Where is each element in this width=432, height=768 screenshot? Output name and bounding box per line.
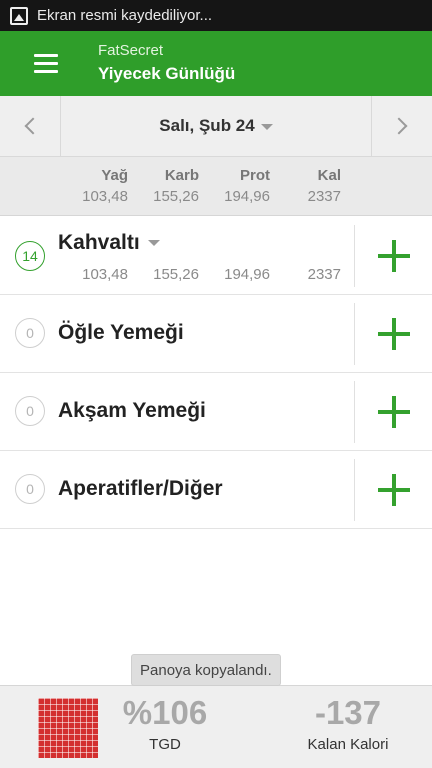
meal-row-snacks[interactable]: 0 Aperatifler/Diğer — [0, 451, 432, 529]
screenshot-icon — [10, 6, 28, 25]
fat-header: Yağ — [101, 167, 128, 184]
prot-header: Prot — [240, 167, 270, 184]
meal-count-badge: 0 — [15, 318, 45, 348]
app-name: FatSecret — [98, 41, 164, 59]
dropdown-caret-icon — [147, 240, 160, 247]
meal-row-breakfast[interactable]: 14 Kahvaltı 103,48 155,26 194,96 2337 — [0, 217, 432, 295]
carb-total: 155,26 — [153, 188, 199, 205]
toast-message: Panoya kopyalandı. — [131, 654, 281, 686]
daily-summary-bar[interactable]: %106 TGD -137 Kalan Kalori — [0, 685, 432, 768]
meal-row-lunch[interactable]: 0 Öğle Yemeği — [0, 295, 432, 373]
meal-carb: 155,26 — [153, 266, 199, 283]
meal-name: Aperatifler/Diğer — [58, 477, 223, 500]
prot-total: 194,96 — [224, 188, 270, 205]
meal-name: Kahvaltı — [58, 231, 160, 255]
meal-name: Akşam Yemeği — [58, 399, 206, 422]
remaining-calories-value: -137 — [314, 694, 382, 731]
date-selector[interactable]: Salı, Şub 24 — [61, 96, 371, 156]
status-text: Ekran resmi kaydediliyor... — [37, 7, 213, 24]
meal-count-badge: 0 — [15, 396, 45, 426]
date-navigation: Salı, Şub 24 — [0, 96, 432, 157]
status-bar: Ekran resmi kaydediliyor... — [0, 0, 432, 31]
meal-prot: 194,96 — [224, 266, 270, 283]
next-day-button[interactable] — [371, 96, 432, 156]
meal-name: Öğle Yemeği — [58, 321, 184, 344]
add-breakfast-button[interactable] — [355, 217, 432, 295]
plus-icon — [377, 240, 410, 272]
chevron-right-icon — [390, 117, 408, 135]
meal-row-dinner[interactable]: 0 Akşam Yemeği — [0, 373, 432, 451]
cal-total: 2337 — [307, 188, 341, 205]
rdi-percentage: %106 — [122, 694, 208, 731]
cal-header: Kal — [317, 167, 341, 184]
page-title: Yiyecek Günlüğü — [98, 63, 236, 83]
meal-cal: 2337 — [307, 266, 341, 283]
rdi-grid-icon — [38, 698, 98, 758]
fat-total: 103,48 — [82, 188, 128, 205]
date-label: Salı, Şub 24 — [159, 116, 255, 135]
hamburger-menu-icon[interactable] — [34, 40, 82, 88]
add-lunch-button[interactable] — [355, 295, 432, 373]
app-bar: FatSecret Yiyecek Günlüğü — [0, 31, 432, 96]
remaining-calories-label: Kalan Kalori — [307, 736, 389, 753]
previous-day-button[interactable] — [0, 96, 61, 156]
plus-icon — [377, 396, 410, 428]
carb-header: Karb — [164, 167, 199, 184]
meal-count-badge: 14 — [15, 241, 45, 271]
add-snacks-button[interactable] — [355, 451, 432, 529]
rdi-label: TGD — [149, 736, 181, 753]
add-dinner-button[interactable] — [355, 373, 432, 451]
meal-fat: 103,48 — [82, 266, 128, 283]
plus-icon — [377, 474, 410, 506]
plus-icon — [377, 318, 410, 350]
dropdown-caret-icon — [260, 124, 273, 130]
chevron-left-icon — [24, 117, 42, 135]
nutrition-summary: Yağ Karb Prot Kal 103,48 155,26 194,96 2… — [0, 157, 432, 216]
meal-count-badge: 0 — [15, 474, 45, 504]
app-titles: FatSecret Yiyecek Günlüğü — [98, 42, 235, 86]
